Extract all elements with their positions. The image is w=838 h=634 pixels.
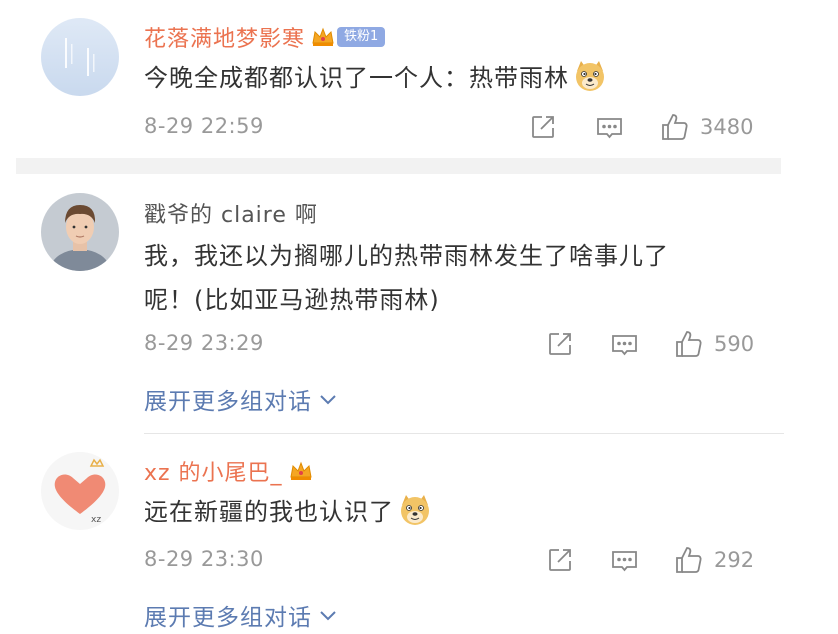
doge-emoji (401, 495, 429, 525)
like-button[interactable]: 292 (674, 545, 754, 575)
expand-label: 展开更多组对话 (144, 605, 312, 631)
comment-text: 我，我还以为搁哪儿的热带雨林发生了啥事儿了 呢！(比如亚马逊热带雨林) (144, 234, 784, 322)
share-icon (549, 549, 571, 571)
comment-text-line: 呢！(比如亚马逊热带雨林) (144, 286, 440, 314)
comment-text: 今晚全成都都认识了一个人：热带雨林 (144, 56, 784, 100)
share-button[interactable] (547, 547, 573, 573)
share-button[interactable] (547, 331, 573, 357)
comment-icon (612, 551, 637, 572)
avatar[interactable] (41, 193, 119, 271)
comment-text-content: 今晚全成都都认识了一个人：热带雨林 (144, 64, 569, 92)
like-count: 292 (714, 548, 755, 572)
like-count: 590 (714, 332, 755, 356)
like-count: 3480 (700, 115, 754, 139)
comment-divider (144, 433, 784, 434)
comment-icon (612, 335, 637, 356)
reply-button[interactable] (611, 549, 638, 573)
expand-label: 展开更多组对话 (144, 389, 312, 415)
avatar[interactable] (41, 18, 119, 96)
comment-text-content: 远在新疆的我也认识了 (144, 498, 394, 526)
crown-icon (312, 27, 334, 46)
reply-button[interactable] (611, 333, 638, 357)
share-icon (532, 116, 554, 138)
chevron-down-icon (320, 395, 336, 405)
like-icon (676, 547, 702, 573)
chevron-down-icon (320, 611, 336, 621)
comment-time: 8-29 23:29 (144, 331, 264, 355)
svg-text:xz: xz (91, 515, 101, 525)
comment-time: 8-29 23:30 (144, 547, 264, 571)
doge-emoji (576, 61, 604, 91)
avatar[interactable]: xz (41, 452, 119, 530)
fan-badge: 铁粉1 (337, 27, 386, 47)
share-icon (549, 333, 571, 355)
username[interactable]: 戳爷的 claire 啊 (144, 197, 318, 229)
like-icon (662, 114, 688, 140)
share-button[interactable] (530, 114, 556, 140)
reply-button[interactable] (596, 116, 623, 140)
like-button[interactable]: 3480 (660, 112, 753, 142)
username[interactable]: xz 的小尾巴_ (144, 455, 283, 487)
comment-time: 8-29 22:59 (144, 114, 264, 138)
like-icon (676, 331, 702, 357)
username[interactable]: 花落满地梦影寒 (144, 21, 305, 53)
section-divider (16, 158, 781, 174)
expand-replies-link[interactable]: 展开更多组对话 (144, 598, 338, 632)
like-button[interactable]: 590 (674, 329, 754, 359)
comment-icon (597, 118, 622, 139)
crown-icon (289, 461, 312, 480)
comment-text-line: 我，我还以为搁哪儿的热带雨林发生了啥事儿了 (144, 242, 669, 270)
expand-replies-link[interactable]: 展开更多组对话 (144, 382, 338, 416)
comment-text: 远在新疆的我也认识了 (144, 490, 784, 534)
